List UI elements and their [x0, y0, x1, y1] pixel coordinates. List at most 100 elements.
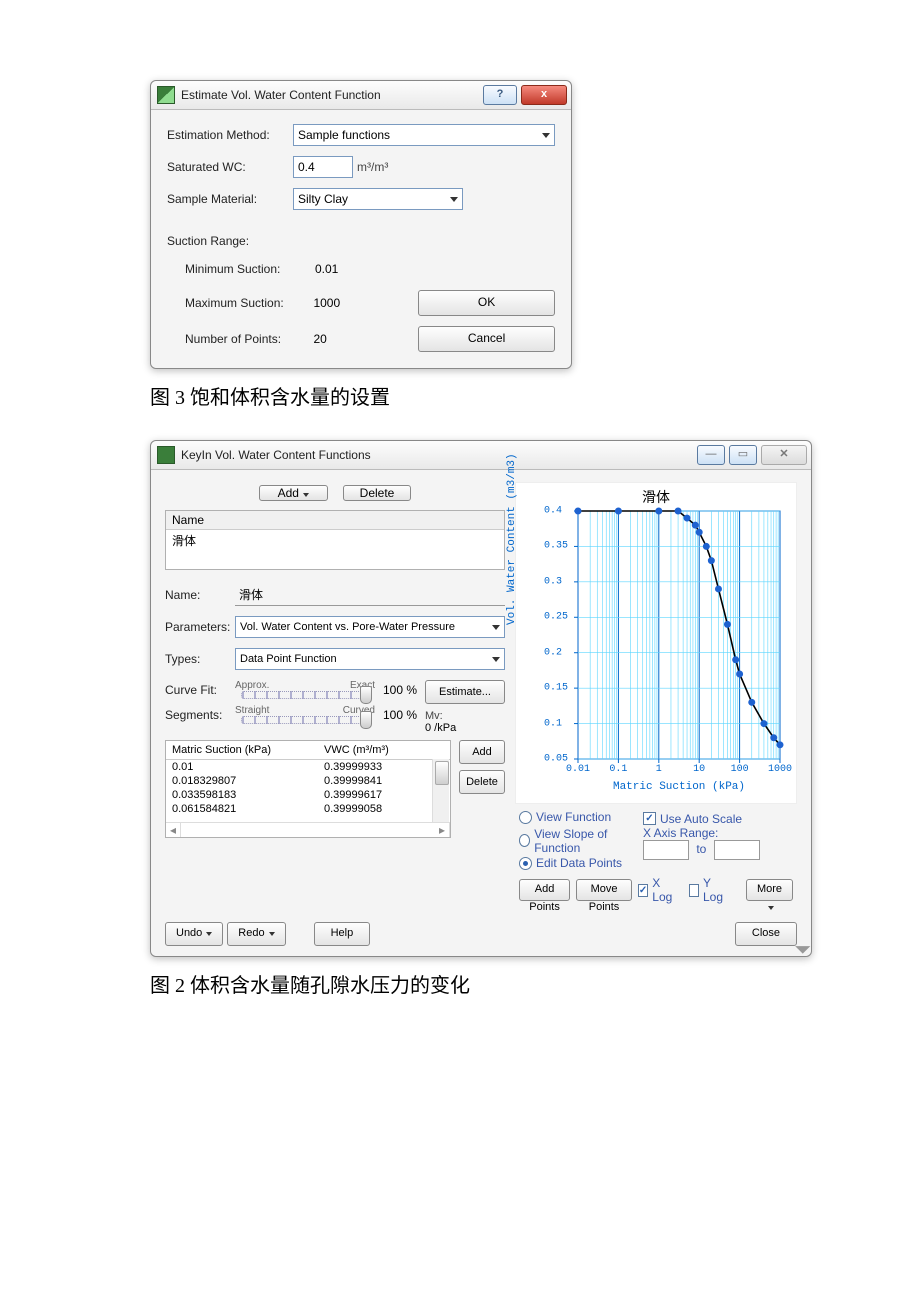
- vertical-scrollbar[interactable]: [432, 759, 449, 823]
- saturated-wc-input[interactable]: 0.4: [293, 156, 353, 178]
- segments-label: Segments:: [165, 708, 235, 722]
- min-suction-label: Minimum Suction:: [167, 262, 311, 276]
- minimize-icon[interactable]: —: [697, 445, 725, 465]
- estimate-button[interactable]: Estimate...: [425, 680, 505, 704]
- functions-list[interactable]: Name 滑体: [165, 510, 505, 570]
- sample-material-label: Sample Material:: [167, 192, 293, 206]
- close-label: Close: [752, 927, 780, 939]
- name-input[interactable]: 滑体: [235, 584, 505, 606]
- mv-label: Mv:: [425, 710, 505, 722]
- parameters-label: Parameters:: [165, 620, 235, 634]
- table-row[interactable]: 0.0183298070.39999841: [166, 774, 450, 788]
- ylog-label: Y Log: [703, 876, 726, 904]
- undo-button[interactable]: Undo: [165, 922, 223, 946]
- sample-material-value: Silty Clay: [298, 192, 348, 206]
- horizontal-scrollbar[interactable]: ◂ ▸: [166, 822, 450, 837]
- col2-header: VWC (m³/m³): [318, 741, 450, 759]
- close-icon[interactable]: ✕: [761, 445, 807, 465]
- scrollbar-thumb[interactable]: [435, 761, 449, 785]
- titlebar: KeyIn Vol. Water Content Functions — ▭ ✕: [151, 441, 811, 470]
- auto-scale-checkbox[interactable]: Use Auto Scale: [643, 812, 742, 826]
- delete-label: Delete: [360, 486, 395, 500]
- delete-button[interactable]: Delete: [343, 485, 412, 501]
- dialog-title: Estimate Vol. Water Content Function: [181, 88, 483, 102]
- saturated-wc-value: 0.4: [298, 160, 315, 174]
- list-item[interactable]: 滑体: [166, 530, 504, 551]
- move-points-label: Move Points: [589, 883, 620, 913]
- redo-label: Redo: [238, 927, 264, 939]
- max-suction-input[interactable]: 1000: [309, 292, 418, 314]
- add-points-button[interactable]: Add Points: [519, 879, 570, 901]
- ok-label: OK: [478, 295, 495, 309]
- estimate-dialog: Estimate Vol. Water Content Function ? x…: [150, 80, 572, 369]
- help-button[interactable]: Help: [314, 922, 371, 946]
- data-table[interactable]: Matric Suction (kPa) VWC (m³/m³) 0.010.3…: [165, 740, 451, 838]
- curvefit-label: Curve Fit:: [165, 683, 235, 697]
- left-panel: Add Delete Name 滑体 Name: 滑体 Parameters: …: [165, 482, 505, 904]
- redo-button[interactable]: Redo: [227, 922, 285, 946]
- auto-scale-label: Use Auto Scale: [660, 812, 742, 826]
- chevron-down-icon: [303, 493, 309, 497]
- dialog-title: KeyIn Vol. Water Content Functions: [181, 448, 697, 462]
- npoints-label: Number of Points:: [167, 332, 309, 346]
- list-header: Name: [166, 511, 504, 530]
- estimation-method-combo[interactable]: Sample functions: [293, 124, 555, 146]
- help-label: Help: [331, 927, 354, 939]
- xrange-from-input[interactable]: [643, 840, 689, 860]
- table-row[interactable]: 0.010.39999933: [166, 760, 450, 774]
- parameters-value: Vol. Water Content vs. Pore-Water Pressu…: [240, 621, 455, 633]
- move-points-button[interactable]: Move Points: [576, 879, 632, 901]
- curvefit-slider[interactable]: [241, 691, 369, 699]
- add-button[interactable]: Add: [259, 485, 328, 501]
- types-combo[interactable]: Data Point Function: [235, 648, 505, 670]
- min-suction-input[interactable]: 0.01: [311, 258, 421, 280]
- close-icon[interactable]: x: [521, 85, 567, 105]
- maximize-icon[interactable]: ▭: [729, 445, 757, 465]
- ok-button[interactable]: OK: [418, 290, 555, 316]
- y-axis-label: Vol. Water Content (m3/m3): [506, 453, 518, 625]
- parameters-combo[interactable]: Vol. Water Content vs. Pore-Water Pressu…: [235, 616, 505, 638]
- segments-slider[interactable]: [241, 716, 369, 724]
- cancel-button[interactable]: Cancel: [418, 326, 555, 352]
- x-axis-label: Matric Suction (kPa): [578, 781, 780, 793]
- table-row[interactable]: 0.0615848210.39999058: [166, 802, 450, 816]
- max-suction-value: 1000: [313, 296, 340, 310]
- npoints-input[interactable]: 20: [309, 328, 418, 350]
- max-suction-label: Maximum Suction:: [167, 296, 309, 310]
- xrange-to-input[interactable]: [714, 840, 760, 860]
- help-icon[interactable]: ?: [483, 85, 517, 105]
- sample-material-combo[interactable]: Silty Clay: [293, 188, 463, 210]
- scroll-right-icon[interactable]: ▸: [435, 823, 450, 837]
- view-slope-radio[interactable]: View Slope of Function: [519, 827, 637, 855]
- add-point-button[interactable]: Add: [459, 740, 505, 764]
- curvefit-pct: 100 %: [375, 683, 417, 697]
- npoints-value: 20: [313, 332, 326, 346]
- figure2-caption: 图 2 体积含水量随孔隙水压力的变化: [150, 969, 770, 998]
- table-row[interactable]: 0.0335981830.39999617: [166, 788, 450, 802]
- more-button[interactable]: More: [746, 879, 793, 901]
- keyin-dialog: KeyIn Vol. Water Content Functions — ▭ ✕…: [150, 440, 812, 957]
- chevron-down-icon: [492, 625, 500, 630]
- chevron-down-icon: [492, 657, 500, 662]
- chevron-down-icon: [542, 133, 550, 138]
- slider-thumb[interactable]: [360, 711, 372, 729]
- view-function-radio[interactable]: View Function: [519, 810, 611, 824]
- figure3-caption: 图 3 饱和体积含水量的设置: [150, 381, 770, 410]
- close-button[interactable]: Close: [735, 922, 797, 946]
- xlog-checkbox[interactable]: X Log: [638, 876, 675, 904]
- delete-point-button[interactable]: Delete: [459, 770, 505, 794]
- slider-thumb[interactable]: [360, 686, 372, 704]
- edit-points-label: Edit Data Points: [536, 856, 622, 870]
- suction-range-label: Suction Range:: [167, 234, 249, 248]
- edit-points-radio[interactable]: Edit Data Points: [519, 856, 622, 870]
- cancel-label: Cancel: [468, 331, 505, 345]
- types-label: Types:: [165, 652, 235, 666]
- ylog-checkbox[interactable]: Y Log: [689, 876, 726, 904]
- more-label: More: [757, 883, 782, 895]
- app-icon: [157, 446, 175, 464]
- mv-value: 0 /kPa: [425, 722, 505, 734]
- view-slope-label: View Slope of Function: [534, 827, 637, 855]
- x-range-label: X Axis Range:: [643, 826, 718, 840]
- scroll-left-icon[interactable]: ◂: [166, 823, 181, 837]
- chart-title: 滑体: [516, 487, 796, 507]
